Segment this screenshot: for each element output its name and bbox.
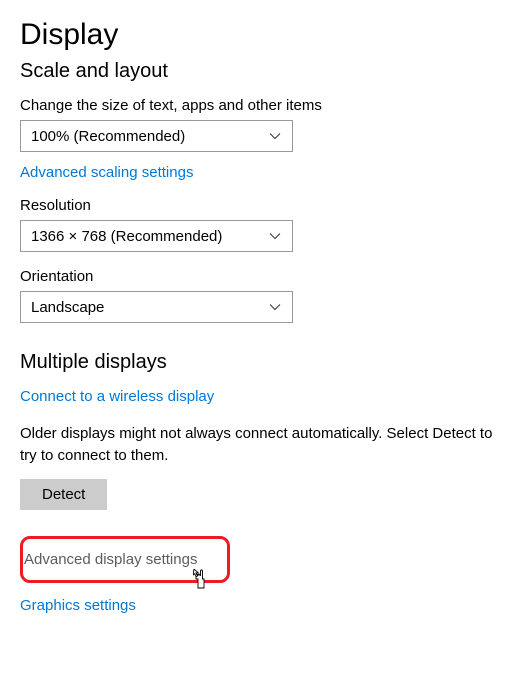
advanced-display-settings-link[interactable]: Advanced display settings xyxy=(24,551,197,568)
orientation-value: Landscape xyxy=(31,299,104,316)
chevron-down-icon xyxy=(268,229,282,243)
chevron-down-icon xyxy=(268,129,282,143)
text-size-dropdown[interactable]: 100% (Recommended) xyxy=(20,120,293,152)
wireless-display-link[interactable]: Connect to a wireless display xyxy=(20,388,214,405)
scale-layout-header: Scale and layout xyxy=(20,60,509,83)
orientation-label: Orientation xyxy=(20,268,509,285)
page-title: Display xyxy=(20,18,509,52)
multiple-displays-header: Multiple displays xyxy=(20,351,509,374)
resolution-value: 1366 × 768 (Recommended) xyxy=(31,228,222,245)
chevron-down-icon xyxy=(268,300,282,314)
text-size-label: Change the size of text, apps and other … xyxy=(20,97,509,114)
text-size-value: 100% (Recommended) xyxy=(31,128,185,145)
advanced-scaling-link[interactable]: Advanced scaling settings xyxy=(20,164,193,181)
orientation-dropdown[interactable]: Landscape xyxy=(20,291,293,323)
resolution-label: Resolution xyxy=(20,197,509,214)
advanced-display-highlight: Advanced display settings xyxy=(20,536,230,583)
graphics-settings-link[interactable]: Graphics settings xyxy=(20,597,136,614)
detect-description: Older displays might not always connect … xyxy=(20,423,500,467)
detect-button[interactable]: Detect xyxy=(20,479,107,510)
cursor-icon xyxy=(193,569,211,593)
resolution-dropdown[interactable]: 1366 × 768 (Recommended) xyxy=(20,220,293,252)
